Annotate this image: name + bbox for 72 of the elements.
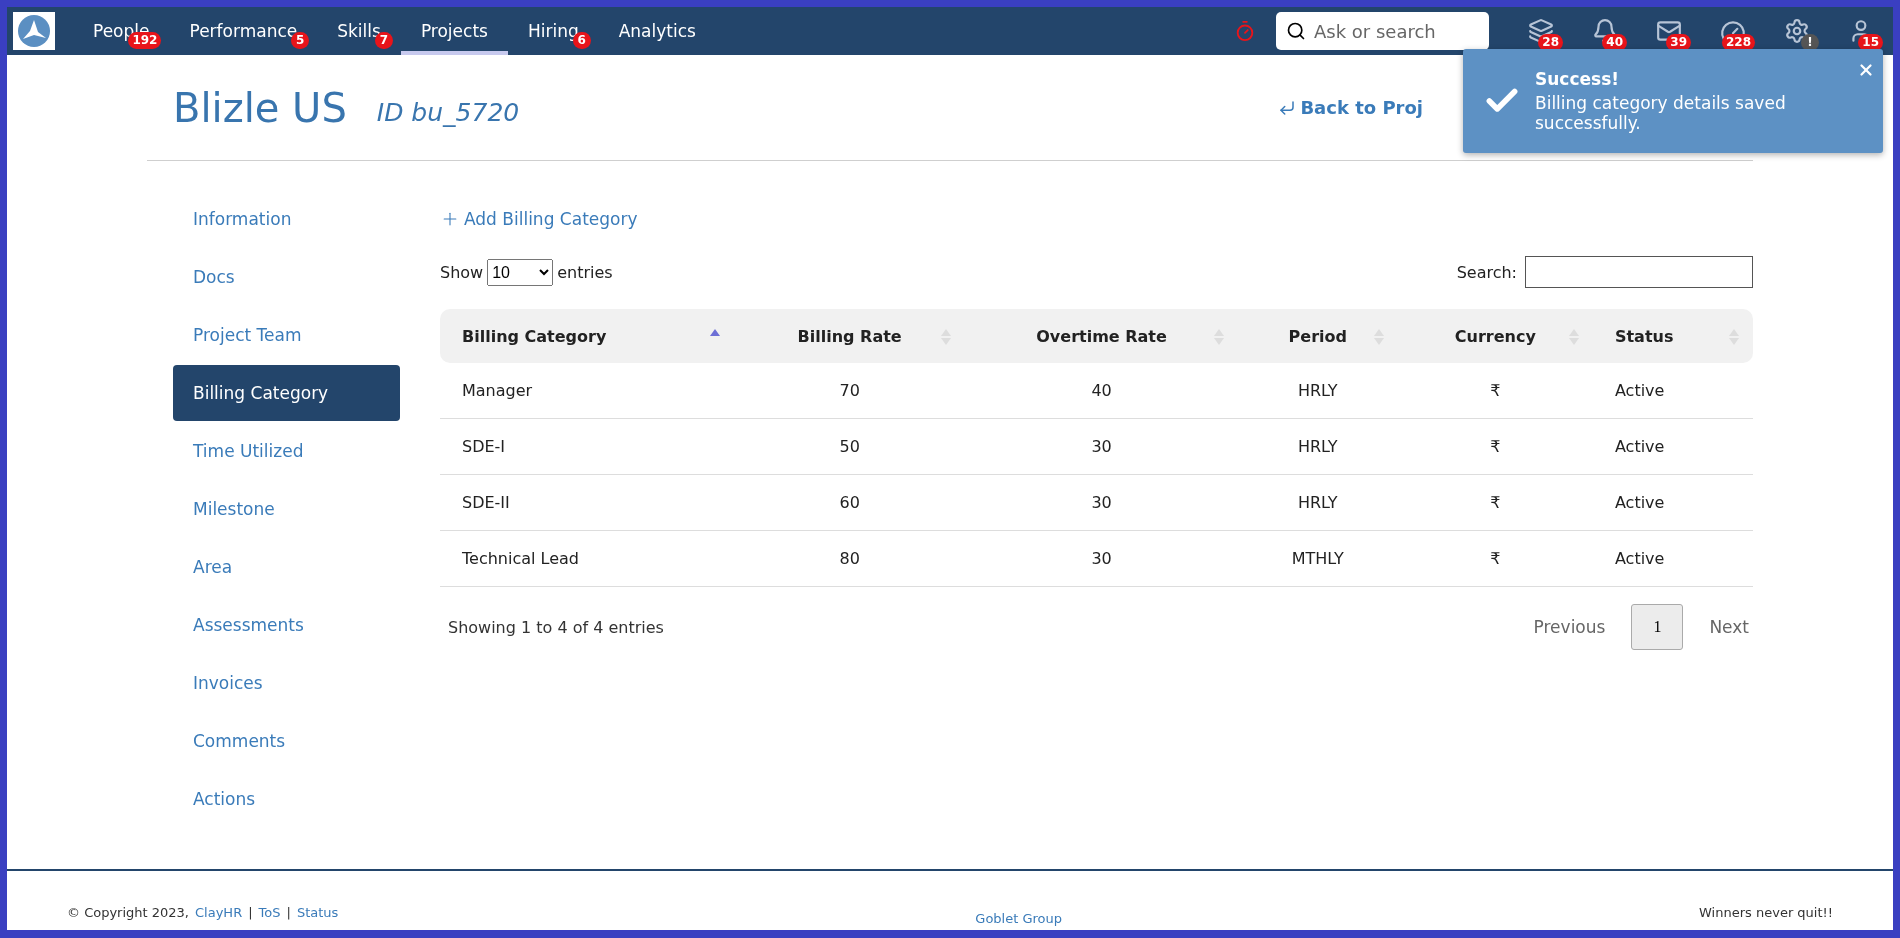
- sidebar-item[interactable]: Assessments: [173, 597, 400, 653]
- logo-icon[interactable]: [13, 12, 55, 50]
- brand-link[interactable]: ClayHR: [195, 905, 243, 920]
- separator-text: |: [248, 905, 253, 920]
- sidebar-item[interactable]: Actions: [173, 771, 400, 827]
- table-cell: 80: [734, 530, 966, 587]
- search-icon: [1286, 21, 1306, 41]
- column-header[interactable]: Status: [1592, 309, 1753, 363]
- sidebar-item[interactable]: Information: [173, 191, 400, 247]
- table-cell: Technical Lead: [440, 530, 734, 587]
- table-cell: ₹: [1397, 363, 1593, 419]
- table-cell: Active: [1592, 363, 1753, 419]
- status-link[interactable]: Status: [296, 905, 339, 920]
- table-cell: HRLY: [1237, 418, 1398, 475]
- table-cell: 30: [965, 530, 1238, 587]
- sidebar-item[interactable]: Milestone: [173, 481, 400, 537]
- table-cell: ₹: [1397, 418, 1593, 475]
- toast-message: Billing category details saved successfully.: [1535, 93, 1787, 133]
- previous-link[interactable]: Previous: [1529, 617, 1610, 637]
- page-button[interactable]: 1: [1631, 604, 1684, 650]
- company-link[interactable]: Goblet Group: [975, 911, 1063, 926]
- settings-icon: [1784, 18, 1810, 44]
- sidebar-item[interactable]: Project Team: [173, 307, 400, 363]
- table-cell: 70: [734, 363, 966, 419]
- column-header[interactable]: Overtime Rate: [965, 309, 1238, 363]
- sidebar-item[interactable]: Invoices: [173, 655, 400, 711]
- table-cell: Active: [1592, 418, 1753, 475]
- motto-text: Winners never quit!!: [1699, 905, 1833, 920]
- show-label: Show: [440, 262, 484, 282]
- table-cell: ₹: [1397, 530, 1593, 587]
- tos-link[interactable]: ToS: [258, 905, 281, 920]
- table-cell: Active: [1592, 530, 1753, 587]
- table-cell: 30: [965, 418, 1238, 475]
- search-field[interactable]: Ask or search: [1276, 12, 1489, 50]
- timer-icon[interactable]: [1234, 20, 1256, 42]
- search-label: Search:: [1456, 262, 1517, 282]
- next-link[interactable]: Next: [1705, 617, 1753, 637]
- sidebar-item[interactable]: Docs: [173, 249, 400, 305]
- table-search-field[interactable]: [1525, 256, 1753, 288]
- separator-text: |: [286, 905, 291, 920]
- table-cell: Active: [1592, 474, 1753, 531]
- table-cell: HRLY: [1237, 474, 1398, 531]
- table-cell: ₹: [1397, 474, 1593, 531]
- table-cell: 40: [965, 363, 1238, 419]
- sidebar-item[interactable]: Billing Category: [173, 365, 400, 421]
- column-header[interactable]: Billing Category: [440, 309, 734, 363]
- add-billing-category-link[interactable]: Add Billing Category: [440, 191, 1753, 247]
- project-title: Blizle US: [173, 84, 347, 131]
- table-cell: SDE-II: [440, 474, 734, 531]
- entries-info: Showing 1 to 4 of 4 entries: [448, 617, 664, 637]
- table-cell: 30: [965, 474, 1238, 531]
- entries-label: entries: [557, 262, 613, 282]
- nav-tab[interactable]: Analytics: [598, 7, 716, 55]
- toast-title: Success!: [1535, 69, 1621, 89]
- sidebar-item[interactable]: Time Utilized: [173, 423, 400, 479]
- table-cell: 60: [734, 474, 966, 531]
- page-size-select[interactable]: 10: [487, 258, 554, 286]
- column-header[interactable]: Period: [1237, 309, 1398, 363]
- back-link[interactable]: Back to Proj: [1278, 97, 1423, 118]
- return-arrow-icon: [1278, 98, 1297, 117]
- table-cell: HRLY: [1237, 363, 1398, 419]
- table-cell: MTHLY: [1237, 530, 1398, 587]
- table-cell: Manager: [440, 363, 734, 419]
- table-cell: 50: [734, 418, 966, 475]
- copyright-text: © Copyright 2023,: [67, 905, 189, 920]
- sidebar-item[interactable]: Comments: [173, 713, 400, 769]
- sidebar-item[interactable]: Area: [173, 539, 400, 595]
- nav-tab[interactable]: Projects: [400, 7, 508, 55]
- table-cell: SDE-I: [440, 418, 734, 475]
- column-header[interactable]: Billing Rate: [734, 309, 966, 363]
- column-header[interactable]: Currency: [1397, 309, 1593, 363]
- project-id: ID bu_5720: [376, 98, 520, 127]
